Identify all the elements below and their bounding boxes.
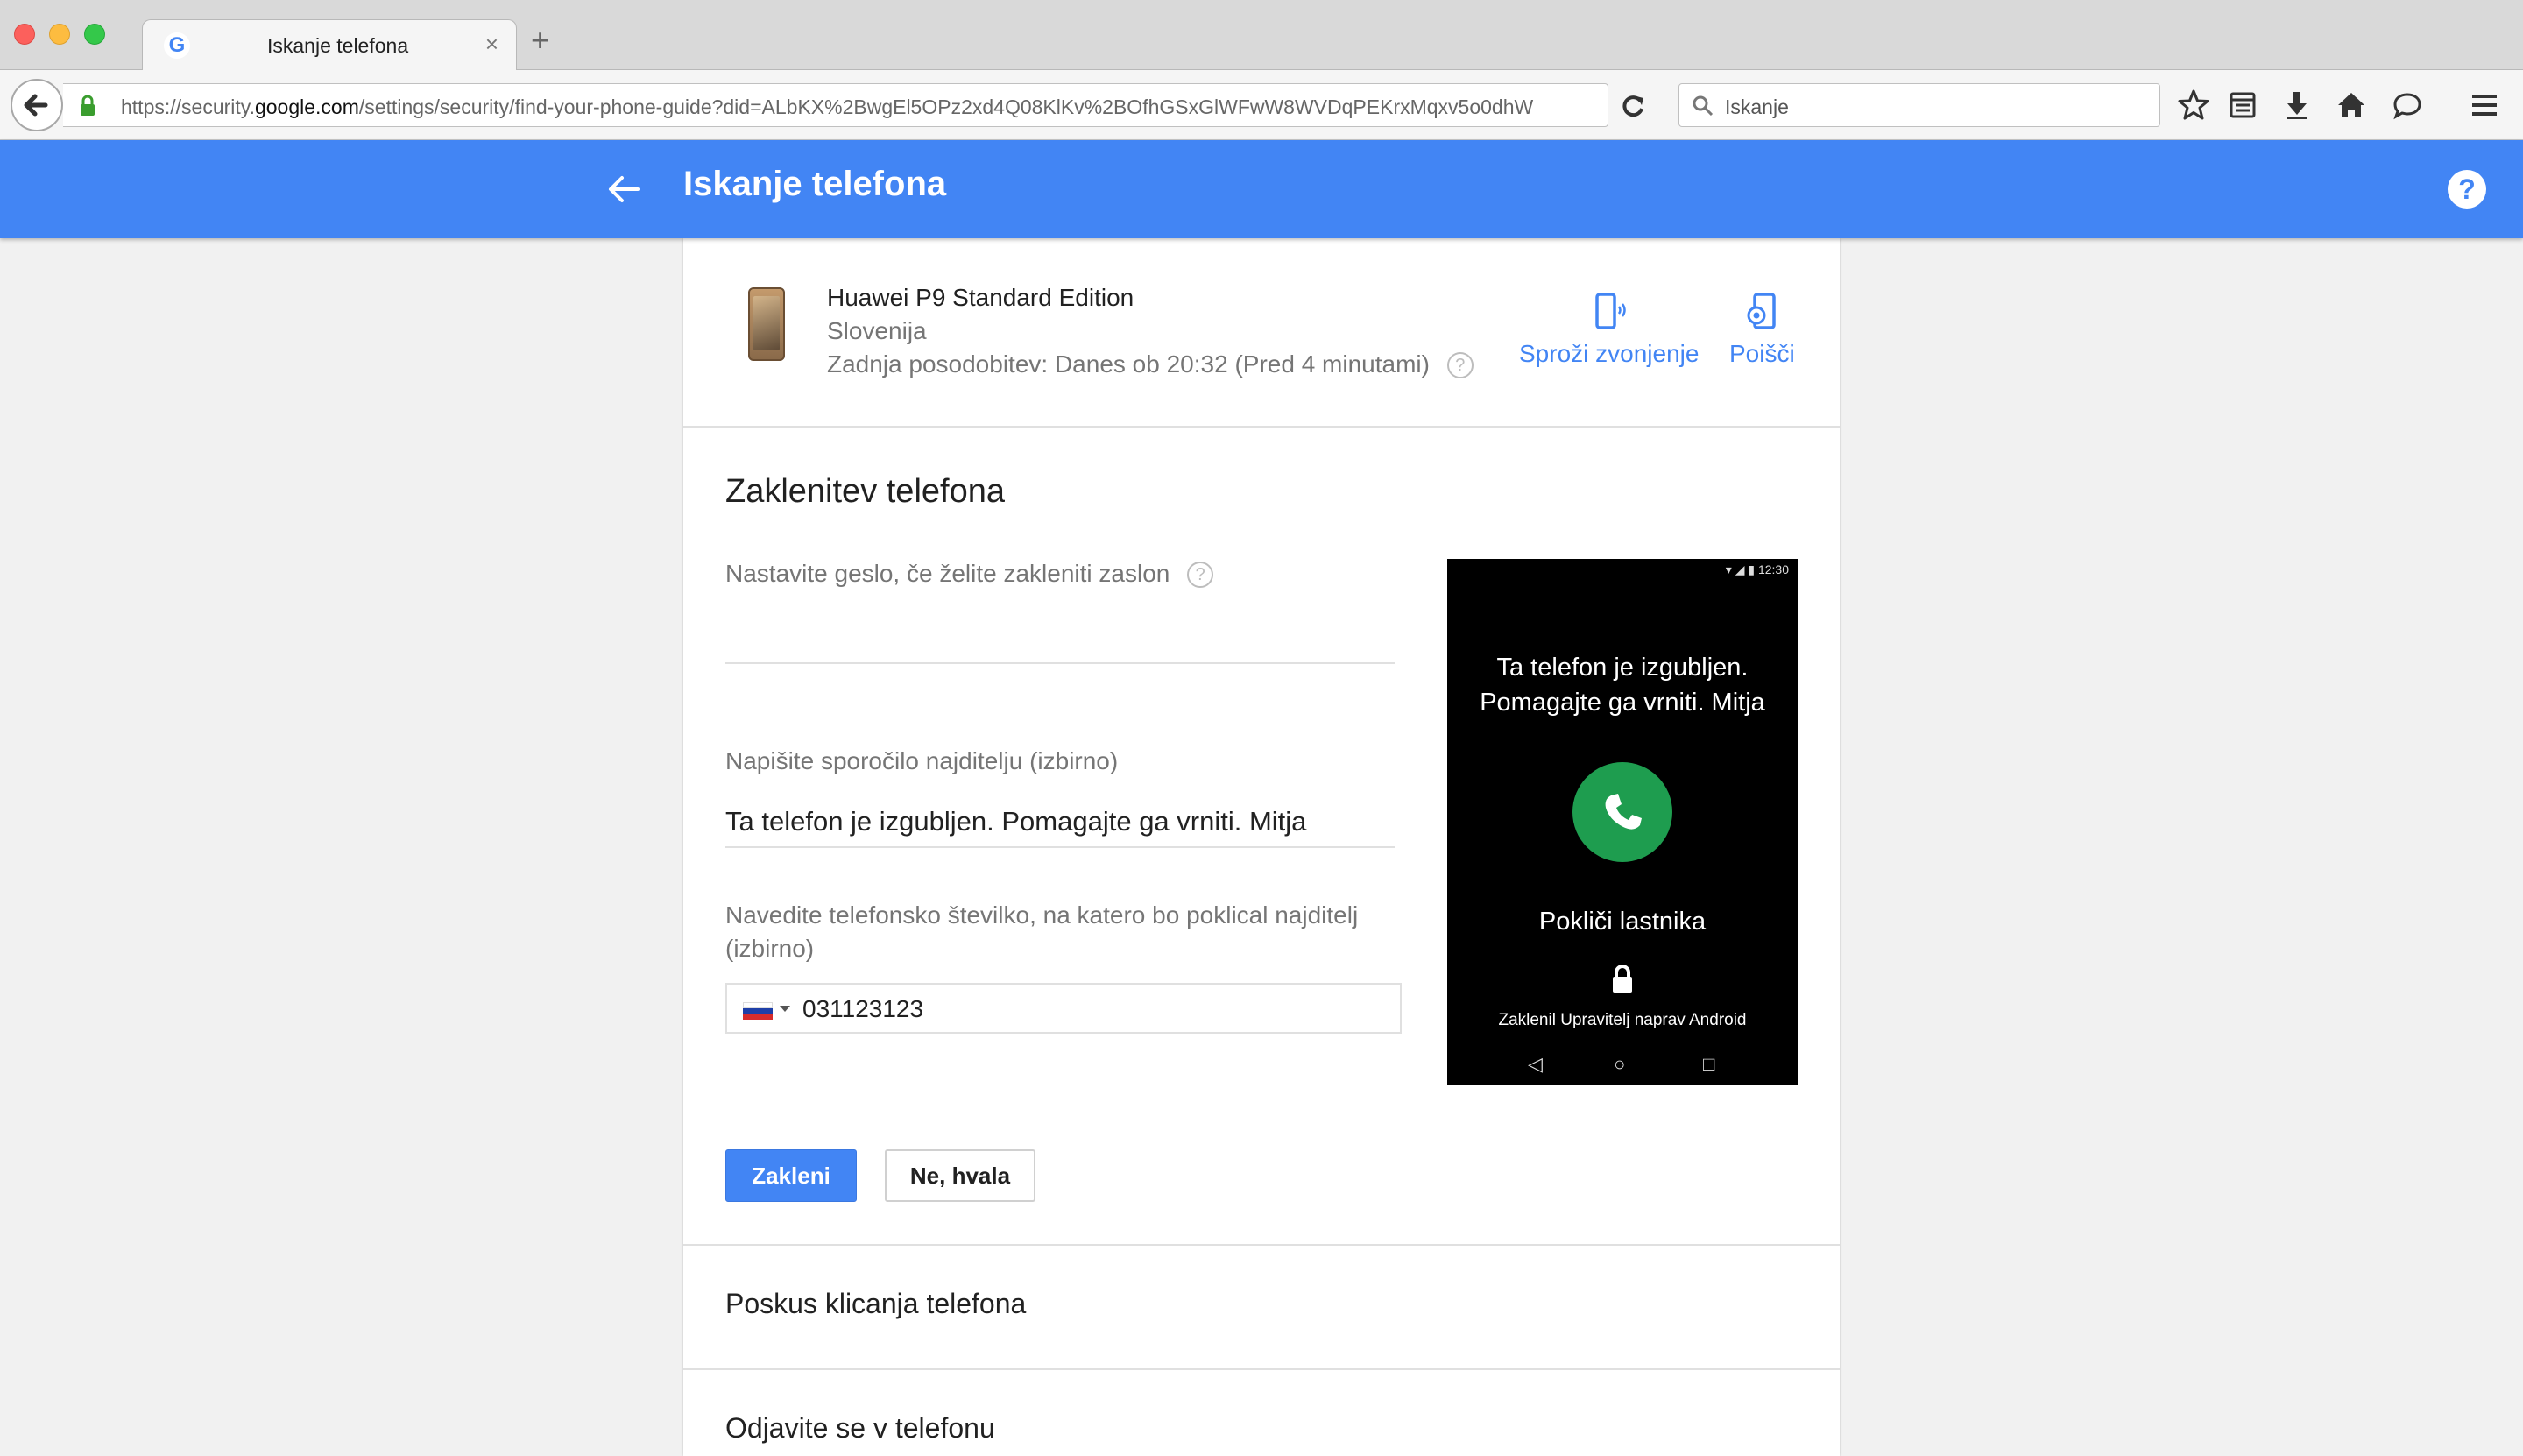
- phone-number-value: 031123123: [802, 995, 924, 1022]
- window-close-button[interactable]: [14, 24, 35, 45]
- window-minimize-button[interactable]: [49, 24, 70, 45]
- tab-title: Iskanje telefona: [267, 34, 409, 57]
- no-thanks-button[interactable]: Ne, hvala: [885, 1149, 1035, 1202]
- nav-recents-icon: □: [1703, 1053, 1715, 1075]
- search-icon: [1693, 95, 1714, 117]
- device-country: Slovenija: [827, 317, 927, 344]
- signout-title: Odjavite se v telefonu: [725, 1412, 995, 1444]
- password-input[interactable]: [725, 662, 1395, 664]
- preview-status-bar: ▾ ◢ ▮ 12:30: [1725, 562, 1789, 576]
- address-bar[interactable]: https://security.google.com/settings/sec…: [63, 83, 1608, 127]
- phone-label-line2: (izbirno): [725, 935, 815, 962]
- device-name: Huawei P9 Standard Edition: [827, 284, 1134, 311]
- page-title: Iskanje telefona: [683, 165, 947, 203]
- url-text: https://security.google.com/settings/sec…: [121, 95, 1534, 118]
- slovenia-flag-icon[interactable]: [743, 1002, 773, 1020]
- device-last-update: Zadnja posodobitev: Danes ob 20:32 (Pred…: [827, 350, 1474, 378]
- phone-number-field[interactable]: 031123123: [725, 983, 1402, 1034]
- help-icon[interactable]: ?: [2448, 170, 2486, 209]
- message-label: Napišite sporočilo najditelju (izbirno): [725, 747, 1119, 774]
- call-phone-section[interactable]: Poskus klicanja telefona: [683, 1244, 1840, 1368]
- preview-locked-by: Zaklenil Upravitelj naprav Android: [1498, 1011, 1747, 1029]
- tab-close-icon[interactable]: ×: [485, 31, 498, 58]
- question-mark-icon[interactable]: ?: [1187, 562, 1214, 588]
- browser-navbar: https://security.google.com/settings/sec…: [0, 70, 2523, 140]
- browser-back-button[interactable]: [11, 79, 63, 131]
- call-phone-title: Poskus klicanja telefona: [725, 1288, 1027, 1319]
- menu-hamburger-icon[interactable]: [2467, 88, 2502, 123]
- chat-bubble-icon[interactable]: [2390, 88, 2425, 123]
- preview-message-line2: Pomagajte ga vrniti. Mitja: [1480, 689, 1765, 717]
- lock-button[interactable]: Zakleni: [725, 1149, 857, 1202]
- back-arrow-icon[interactable]: [604, 170, 643, 209]
- google-favicon-icon: G: [164, 32, 190, 59]
- ring-label: Sproži zvonjenje: [1519, 340, 1700, 367]
- phone-ring-icon: [1594, 293, 1626, 329]
- question-mark-icon[interactable]: ?: [1446, 352, 1474, 378]
- locate-button[interactable]: Poišči: [1729, 291, 1795, 368]
- password-label: Nastavite geslo, če želite zakleniti zas…: [725, 557, 1214, 590]
- browser-tab[interactable]: G Iskanje telefona ×: [142, 19, 517, 72]
- main-card: Huawei P9 Standard Edition Slovenija Zad…: [683, 238, 1840, 1456]
- reload-button[interactable]: [1608, 83, 1659, 127]
- reading-list-icon[interactable]: [2225, 88, 2260, 123]
- ring-button[interactable]: Sproži zvonjenje: [1519, 291, 1699, 368]
- message-underline: [725, 846, 1395, 848]
- phone-label: Navedite telefonsko številko, na katero …: [725, 899, 1358, 965]
- phone-label-line1: Navedite telefonsko številko, na katero …: [725, 901, 1359, 929]
- preview-message-line1: Ta telefon je izgubljen.: [1496, 654, 1749, 682]
- padlock-icon: [1613, 965, 1632, 993]
- preview-message: Ta telefon je izgubljen. Pomagajte ga vr…: [1447, 650, 1798, 720]
- phone-locate-icon: [1747, 293, 1777, 329]
- search-placeholder: Iskanje: [1725, 95, 1789, 118]
- country-dropdown-icon[interactable]: [780, 1006, 790, 1012]
- bookmark-star-icon[interactable]: [2176, 88, 2211, 123]
- password-label-text: Nastavite geslo, če želite zakleniti zas…: [725, 560, 1170, 587]
- window-maximize-button[interactable]: [84, 24, 105, 45]
- locate-label: Poišči: [1729, 340, 1795, 367]
- home-icon[interactable]: [2334, 88, 2369, 123]
- phone-image: [748, 287, 785, 361]
- lock-section-title: Zaklenitev telefona: [725, 473, 1005, 510]
- call-owner-icon: [1572, 762, 1672, 862]
- lock-screen-preview: ▾ ◢ ▮ 12:30 Ta telefon je izgubljen. Pom…: [1447, 559, 1798, 1085]
- reload-icon: [1622, 95, 1643, 117]
- arrow-left-icon: [24, 94, 48, 117]
- device-last-update-text: Zadnja posodobitev: Danes ob 20:32 (Pred…: [827, 350, 1430, 378]
- lock-icon: [81, 95, 95, 116]
- nav-home-icon: ○: [1614, 1053, 1626, 1075]
- message-input[interactable]: Ta telefon je izgubljen. Pomagajte ga vr…: [725, 806, 1306, 838]
- page-header: Iskanje telefona ?: [0, 140, 2523, 238]
- browser-titlebar: G Iskanje telefona × +: [0, 0, 2523, 72]
- download-icon[interactable]: [2279, 88, 2315, 123]
- search-input[interactable]: Iskanje: [1678, 83, 2160, 127]
- new-tab-button[interactable]: +: [531, 25, 549, 56]
- phone-handset-icon: [1605, 794, 1642, 830]
- preview-call-label: Pokliči lastnika: [1538, 908, 1707, 936]
- signout-section[interactable]: Odjavite se v telefonu: [683, 1368, 1840, 1456]
- device-summary: Huawei P9 Standard Edition Slovenija Zad…: [683, 238, 1840, 428]
- nav-back-icon: ◁: [1528, 1053, 1543, 1075]
